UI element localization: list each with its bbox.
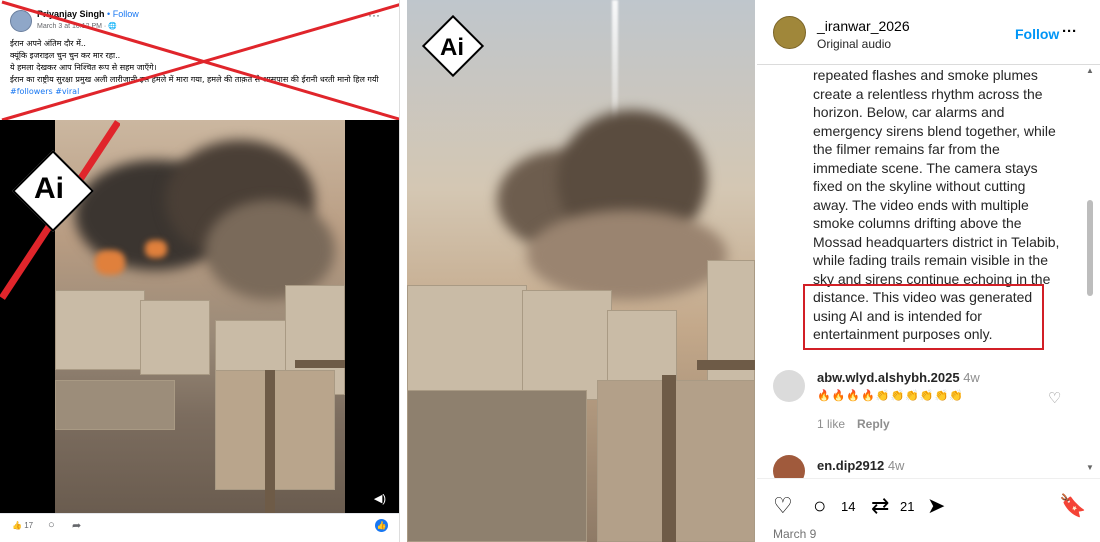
username[interactable]: _iranwar_2026 xyxy=(817,18,910,34)
caption-line: create a relentless rhythm across the xyxy=(813,85,1043,102)
post-date: March 9 xyxy=(773,527,817,541)
caption-line: fixed on the skyline without cutting xyxy=(813,178,1026,194)
audio-label[interactable]: Original audio xyxy=(817,37,891,51)
bookmark-icon[interactable]: 🔖 xyxy=(1059,493,1086,519)
scroll-up-icon[interactable]: ▲ xyxy=(1086,66,1094,75)
comment-username[interactable]: en.dip2912 4w xyxy=(817,458,904,473)
facebook-post-panel: Priyanjay Singh • Follow March 3 at 10:1… xyxy=(0,0,400,542)
caption-line: horizon. Below, car alarms and xyxy=(813,104,1005,120)
heart-icon[interactable]: ♡ xyxy=(773,493,793,519)
post-line: क्यूंकि इजराइल चुन चुन कर मार रहा.. xyxy=(10,51,121,60)
hashtags[interactable]: #followers #viral xyxy=(10,86,380,97)
post-line: ये हमला देखकर आप निश्चित रूप से सहम जाएँ… xyxy=(10,63,157,72)
repost-count: 21 xyxy=(900,499,915,514)
comment-username[interactable]: abw.wlyd.alshybh.2025 4w xyxy=(817,370,980,385)
more-icon[interactable]: ··· xyxy=(368,8,380,22)
caption-line: emergency sirens blend together, while xyxy=(813,122,1056,139)
caption-line: while fading trails remain visible in th… xyxy=(813,252,1048,268)
volume-icon[interactable]: ◀) xyxy=(374,492,386,505)
divider xyxy=(757,64,1100,65)
post-footer: 👍 17 ○ ➦ 👍 xyxy=(0,513,399,542)
action-bar: ♡ ○ 14 ⇄ 21 ➤ 🔖 March 9 xyxy=(757,478,1100,542)
comment-icon[interactable]: ○ xyxy=(813,493,826,519)
post-header: Priyanjay Singh • Follow March 3 at 10:1… xyxy=(0,0,399,120)
scroll-down-icon[interactable]: ▼ xyxy=(1086,463,1094,472)
comment-text: 🔥🔥🔥🔥👏👏👏👏👏👏 xyxy=(817,390,964,402)
comment-avatar[interactable] xyxy=(773,370,805,402)
comment-count: 14 xyxy=(841,499,856,514)
highlight-box xyxy=(803,284,1044,350)
caption-line: away. The video ends with multiple xyxy=(813,196,1029,213)
comment-likes[interactable]: 1 like xyxy=(817,417,845,431)
ai-badge-label: Ai xyxy=(34,172,64,205)
post-line: ईरान का राष्ट्रीय सुरक्षा प्रमुख अली लार… xyxy=(10,75,379,84)
post-text: ईरान अपने अंतिम दौर में.. क्यूंकि इजराइल… xyxy=(10,38,380,98)
caption-line: the filmer remains far from the xyxy=(813,141,1000,157)
instagram-post-panel: _iranwar_2026 Original audio Follow ··· … xyxy=(757,0,1100,542)
repost-icon[interactable]: ⇄ xyxy=(871,493,889,519)
reply-button[interactable]: Reply xyxy=(857,417,890,431)
post-author[interactable]: Priyanjay Singh • Follow xyxy=(37,9,139,19)
caption-line: repeated flashes and smoke plumes xyxy=(813,67,1038,83)
ai-badge-label: Ai xyxy=(440,34,464,61)
avatar[interactable] xyxy=(773,16,806,49)
scrollbar-thumb[interactable] xyxy=(1087,200,1093,296)
share-icon[interactable]: ➦ xyxy=(72,519,81,532)
post-date: March 3 at 10:12 PM · 🌐 xyxy=(37,23,117,30)
heart-icon[interactable]: ♡ xyxy=(1048,389,1061,407)
post-line: ईरान अपने अंतिम दौर में.. xyxy=(10,39,86,48)
video-frame xyxy=(55,120,345,513)
caption-line: smoke columns drifting above the xyxy=(813,215,1022,231)
follow-button[interactable]: Follow xyxy=(1015,26,1059,42)
share-icon[interactable]: ➤ xyxy=(927,493,945,519)
caption-line: immediate scene. The camera stays xyxy=(813,159,1038,176)
avatar[interactable] xyxy=(10,10,32,32)
caption-line: Mossad headquarters district in Telabib, xyxy=(813,233,1060,250)
scrollbar[interactable]: ▲ ▼ xyxy=(1085,66,1095,472)
more-icon[interactable]: ··· xyxy=(1062,23,1077,40)
middle-video-panel: Ai xyxy=(407,0,755,542)
like-count[interactable]: 👍 17 xyxy=(12,521,33,530)
reaction-icon[interactable]: 👍 xyxy=(375,519,388,532)
comment-icon[interactable]: ○ xyxy=(48,519,55,531)
follow-link[interactable]: • Follow xyxy=(107,9,139,19)
